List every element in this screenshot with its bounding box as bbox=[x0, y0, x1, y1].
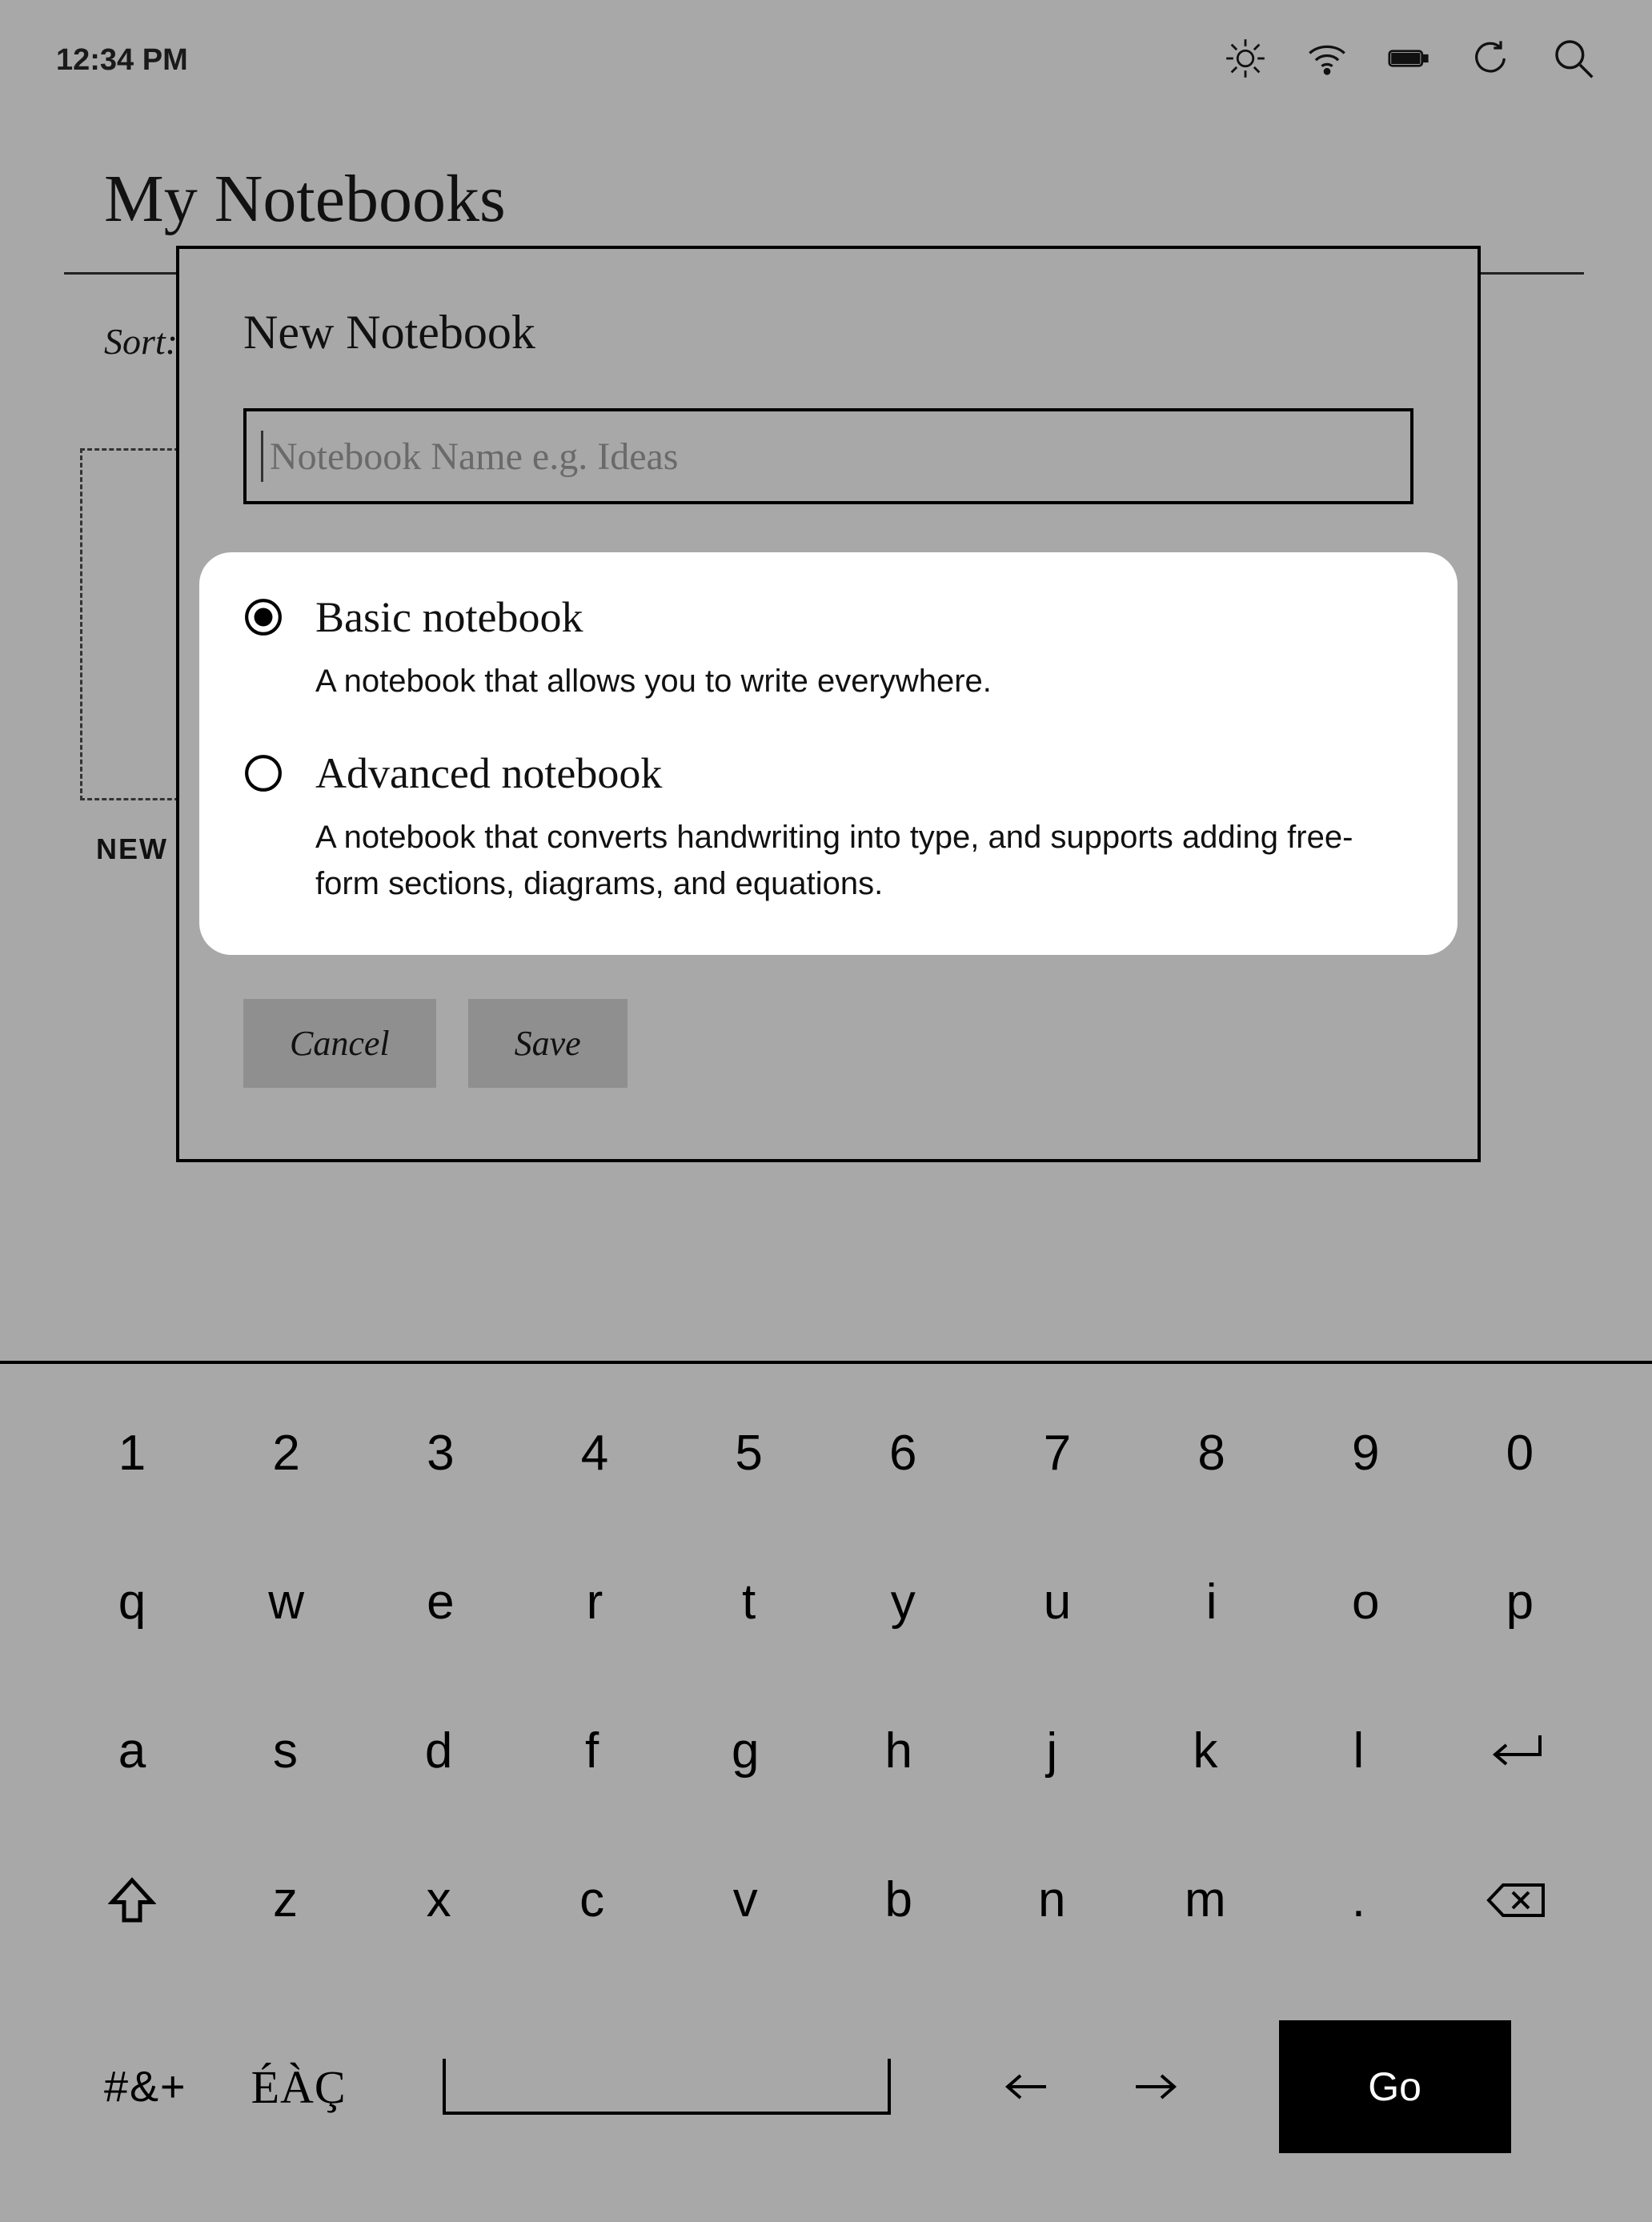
key-period[interactable]: . bbox=[1330, 1871, 1386, 1928]
key-c[interactable]: c bbox=[564, 1871, 620, 1928]
key-l[interactable]: l bbox=[1330, 1723, 1386, 1779]
status-icons bbox=[1225, 36, 1596, 85]
key-arrow-left[interactable] bbox=[999, 2068, 1055, 2106]
status-bar: 12:34 PM bbox=[0, 0, 1652, 120]
key-s[interactable]: s bbox=[258, 1723, 314, 1779]
key-enter[interactable] bbox=[1484, 1729, 1548, 1774]
key-4[interactable]: 4 bbox=[567, 1425, 623, 1482]
sync-icon[interactable] bbox=[1470, 38, 1511, 83]
keyboard-row-qwerty: q w e r t y u i o p bbox=[104, 1574, 1548, 1630]
page-title: My Notebooks bbox=[104, 160, 506, 238]
key-q[interactable]: q bbox=[104, 1574, 160, 1630]
option-basic-notebook[interactable]: Basic notebook A notebook that allows yo… bbox=[243, 592, 1413, 704]
dialog-title: New Notebook bbox=[243, 305, 1413, 360]
key-z[interactable]: z bbox=[258, 1871, 314, 1928]
sort-label[interactable]: Sort: bbox=[104, 320, 178, 363]
key-y[interactable]: y bbox=[875, 1574, 931, 1630]
wifi-icon[interactable] bbox=[1306, 38, 1348, 83]
key-i[interactable]: i bbox=[1184, 1574, 1240, 1630]
save-button[interactable]: Save bbox=[468, 999, 628, 1088]
key-v[interactable]: v bbox=[717, 1871, 773, 1928]
brightness-icon[interactable] bbox=[1225, 38, 1266, 83]
option-title: Basic notebook bbox=[315, 592, 992, 642]
new-notebook-dialog: New Notebook Basic notebook A notebook t… bbox=[176, 246, 1481, 1162]
key-accents[interactable]: ÉÀÇ bbox=[251, 2060, 347, 2114]
key-arrow-right[interactable] bbox=[1127, 2068, 1183, 2106]
notebook-type-options: Basic notebook A notebook that allows yo… bbox=[199, 552, 1458, 955]
key-o[interactable]: o bbox=[1337, 1574, 1393, 1630]
keyboard-divider bbox=[0, 1361, 1652, 1364]
cancel-button[interactable]: Cancel bbox=[243, 999, 436, 1088]
key-e[interactable]: e bbox=[412, 1574, 468, 1630]
key-6[interactable]: 6 bbox=[875, 1425, 931, 1482]
key-2[interactable]: 2 bbox=[259, 1425, 315, 1482]
key-go[interactable]: Go bbox=[1279, 2020, 1511, 2153]
search-icon[interactable] bbox=[1551, 36, 1596, 85]
key-0[interactable]: 0 bbox=[1492, 1425, 1548, 1482]
option-description: A notebook that allows you to write ever… bbox=[315, 658, 992, 704]
key-b[interactable]: b bbox=[871, 1871, 927, 1928]
on-screen-keyboard: 1 2 3 4 5 6 7 8 9 0 q w e r t y u i o p … bbox=[0, 1425, 1652, 2153]
keyboard-row-bottom: #&+ ÉÀÇ Go bbox=[104, 2020, 1548, 2153]
key-t[interactable]: t bbox=[721, 1574, 777, 1630]
key-1[interactable]: 1 bbox=[104, 1425, 160, 1482]
key-5[interactable]: 5 bbox=[721, 1425, 777, 1482]
key-h[interactable]: h bbox=[871, 1723, 927, 1779]
key-9[interactable]: 9 bbox=[1337, 1425, 1393, 1482]
key-m[interactable]: m bbox=[1177, 1871, 1233, 1928]
keyboard-row-zxcv: z x c v b n m . bbox=[104, 1871, 1548, 1928]
key-k[interactable]: k bbox=[1177, 1723, 1233, 1779]
key-7[interactable]: 7 bbox=[1029, 1425, 1085, 1482]
key-space[interactable] bbox=[443, 2059, 891, 2115]
key-f[interactable]: f bbox=[564, 1723, 620, 1779]
key-n[interactable]: n bbox=[1024, 1871, 1080, 1928]
key-r[interactable]: r bbox=[567, 1574, 623, 1630]
key-g[interactable]: g bbox=[717, 1723, 773, 1779]
key-3[interactable]: 3 bbox=[412, 1425, 468, 1482]
radio-selected-icon bbox=[243, 597, 283, 637]
radio-unselected-icon bbox=[243, 753, 283, 793]
status-time: 12:34 PM bbox=[56, 43, 188, 78]
battery-icon[interactable] bbox=[1388, 38, 1429, 83]
option-title: Advanced notebook bbox=[315, 748, 1413, 798]
key-8[interactable]: 8 bbox=[1184, 1425, 1240, 1482]
notebook-name-input[interactable] bbox=[270, 435, 1396, 479]
option-description: A notebook that converts handwriting int… bbox=[315, 814, 1413, 907]
notebook-name-field-wrap[interactable] bbox=[243, 408, 1413, 504]
key-a[interactable]: a bbox=[104, 1723, 160, 1779]
key-d[interactable]: d bbox=[411, 1723, 467, 1779]
keyboard-row-numbers: 1 2 3 4 5 6 7 8 9 0 bbox=[104, 1425, 1548, 1482]
key-x[interactable]: x bbox=[411, 1871, 467, 1928]
key-backspace[interactable] bbox=[1484, 1880, 1548, 1920]
key-symbols[interactable]: #&+ bbox=[104, 2062, 187, 2112]
key-j[interactable]: j bbox=[1024, 1723, 1080, 1779]
keyboard-row-asdf: a s d f g h j k l bbox=[104, 1723, 1548, 1779]
key-p[interactable]: p bbox=[1492, 1574, 1548, 1630]
key-w[interactable]: w bbox=[259, 1574, 315, 1630]
key-shift[interactable] bbox=[104, 1876, 160, 1924]
new-notebook-tile-label: NEW bbox=[96, 832, 168, 866]
option-advanced-notebook[interactable]: Advanced notebook A notebook that conver… bbox=[243, 748, 1413, 907]
text-caret bbox=[261, 431, 263, 482]
dialog-buttons: Cancel Save bbox=[243, 999, 1413, 1088]
key-u[interactable]: u bbox=[1029, 1574, 1085, 1630]
